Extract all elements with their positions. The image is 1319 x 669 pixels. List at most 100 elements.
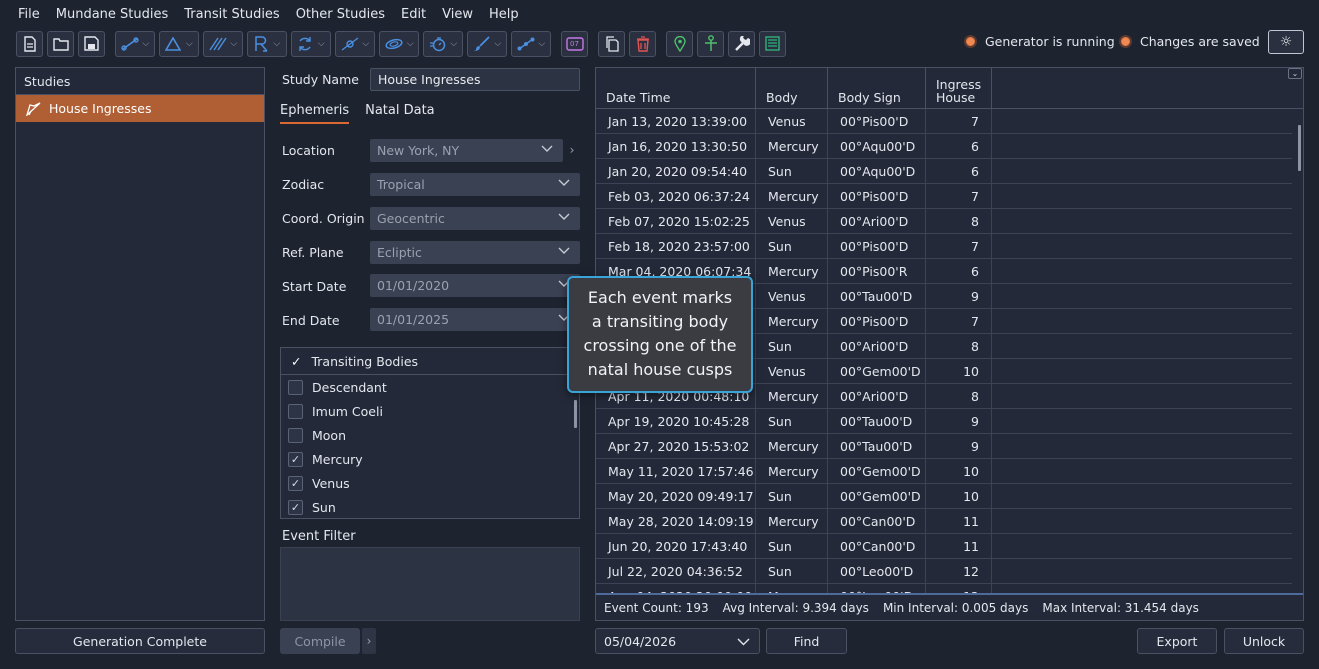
end-date-select[interactable]: 01/01/2025	[370, 308, 580, 331]
unlock-button[interactable]: Unlock	[1224, 628, 1304, 654]
parallel-lines-dropdown[interactable]: ⌵	[203, 30, 243, 57]
body-item-descendant[interactable]: Descendant	[281, 375, 579, 399]
body-item-mercury[interactable]: ✓ Mercury	[281, 447, 579, 471]
compile-button[interactable]: Compile	[280, 628, 360, 654]
checkbox[interactable]	[288, 403, 303, 419]
triangle-tool-dropdown[interactable]: ⌵	[159, 30, 199, 57]
table-row[interactable]: Jan 16, 2020 13:30:50 Mercury 00°Aqu00'D 6	[596, 134, 1292, 159]
checkbox[interactable]	[288, 427, 303, 443]
table-row[interactable]: Feb 03, 2020 06:37:24 Mercury 00°Pis00'D 7	[596, 184, 1292, 209]
rx-tool-dropdown[interactable]: ⌵	[247, 30, 287, 57]
checkbox-checked[interactable]: ✓	[288, 475, 303, 491]
line-tool-dropdown[interactable]: ⌵	[115, 30, 155, 57]
tab-natal-data[interactable]: Natal Data	[365, 103, 435, 124]
table-row[interactable]: May 20, 2020 09:49:17 Sun 00°Gem00'D 10	[596, 484, 1292, 509]
cell-date-time: Jul 22, 2020 04:36:52	[596, 559, 756, 584]
body-item-imum-coeli[interactable]: Imum Coeli	[281, 399, 579, 423]
event-filter-input[interactable]	[280, 547, 580, 621]
menu-file[interactable]: File	[10, 7, 48, 22]
line-tool-icon	[121, 36, 139, 51]
table-row[interactable]: Jan 13, 2020 13:39:00 Venus 00°Pis00'D 7	[596, 109, 1292, 134]
calendar-button[interactable]: 07	[561, 30, 588, 57]
cell-ingress-house: 6	[926, 159, 992, 184]
save-icon	[84, 36, 99, 51]
table-row[interactable]: Jan 20, 2020 09:54:40 Sun 00°Aqu00'D 6	[596, 159, 1292, 184]
checkbox-checked[interactable]: ✓	[288, 499, 303, 515]
checkbox-checked[interactable]: ✓	[288, 451, 303, 467]
study-item-house-ingresses[interactable]: House Ingresses	[16, 95, 264, 122]
path-tool-dropdown[interactable]: ⌵	[511, 30, 551, 57]
location-select[interactable]: New York, NY	[370, 139, 563, 162]
find-button[interactable]: Find	[766, 628, 847, 654]
theme-toggle-button[interactable]: ☼	[1268, 30, 1304, 54]
cell-body-sign: 00°Tau00'D	[828, 409, 926, 434]
table-row[interactable]: May 28, 2020 14:09:19 Mercury 00°Can00'D 11	[596, 509, 1292, 534]
coord-origin-select[interactable]: Geocentric	[370, 207, 580, 230]
checkbox[interactable]	[288, 379, 303, 395]
body-item-moon[interactable]: Moon	[281, 423, 579, 447]
tab-ephemeris[interactable]: Ephemeris	[280, 103, 350, 124]
table-row[interactable]: Apr 27, 2020 15:53:02 Mercury 00°Tau00'D 9	[596, 434, 1292, 459]
satellite-tool-dropdown[interactable]: ⌵	[335, 30, 375, 57]
open-folder-button[interactable]	[47, 30, 74, 57]
column-header-body-sign[interactable]: Body Sign	[828, 68, 926, 109]
body-item-sun[interactable]: ✓ Sun	[281, 495, 579, 518]
wrench-button[interactable]	[728, 30, 755, 57]
table-row[interactable]: Feb 07, 2020 15:02:25 Venus 00°Ari00'D 8	[596, 209, 1292, 234]
table-row[interactable]: Jul 22, 2020 04:36:52 Sun 00°Leo00'D 12	[596, 559, 1292, 584]
avg-interval: Avg Interval: 9.394 days	[722, 601, 869, 615]
transiting-bodies-list: ✓ Transiting Bodies Descendant Imum Coel…	[280, 347, 580, 519]
chevron-right-icon[interactable]: ›	[565, 139, 579, 161]
table-row[interactable]: Feb 18, 2020 23:57:00 Sun 00°Pis00'D 7	[596, 234, 1292, 259]
transiting-bodies-header[interactable]: ✓ Transiting Bodies	[281, 348, 579, 375]
save-button[interactable]	[78, 30, 105, 57]
new-file-button[interactable]	[16, 30, 43, 57]
menu-edit[interactable]: Edit	[393, 7, 434, 22]
column-header-ingress-house[interactable]: Ingress House	[926, 68, 992, 109]
menu-transit-studies[interactable]: Transit Studies	[176, 7, 287, 22]
table-scrollbar[interactable]	[1298, 125, 1301, 171]
chevron-down-icon: ⌵	[317, 38, 325, 49]
orbit-tool-dropdown[interactable]: ⌵	[379, 30, 419, 57]
table-row[interactable]: May 11, 2020 17:57:46 Mercury 00°Gem00'D 10	[596, 459, 1292, 484]
menu-help[interactable]: Help	[481, 7, 527, 22]
generator-status: Generator is running	[964, 34, 1115, 49]
menu-other-studies[interactable]: Other Studies	[288, 7, 393, 22]
zodiac-select[interactable]: Tropical	[370, 173, 580, 196]
table-row[interactable]: Jun 20, 2020 17:43:40 Sun 00°Can00'D 11	[596, 534, 1292, 559]
menu-mundane-studies[interactable]: Mundane Studies	[48, 7, 177, 22]
column-header-body[interactable]: Body	[756, 68, 828, 109]
body-item-venus[interactable]: ✓ Venus	[281, 471, 579, 495]
cycle-tool-dropdown[interactable]: ⌵	[291, 30, 331, 57]
location-pin-button[interactable]	[666, 30, 693, 57]
figure-button[interactable]	[697, 30, 724, 57]
cell-date-time: Jan 16, 2020 13:30:50	[596, 134, 756, 159]
export-button[interactable]: Export	[1137, 628, 1217, 654]
chevron-down-icon	[558, 247, 570, 254]
brush-icon	[473, 35, 490, 51]
study-name-input[interactable]: House Ingresses	[370, 68, 580, 91]
brush-tool-dropdown[interactable]: ⌵	[467, 30, 507, 57]
cell-body-sign: 00°Pis00'D	[828, 309, 926, 334]
generator-status-label: Generator is running	[985, 34, 1115, 49]
generation-complete-button[interactable]: Generation Complete	[15, 628, 265, 654]
chevron-down-icon: ⌵	[538, 38, 546, 49]
delete-button[interactable]	[629, 30, 656, 57]
cell-ingress-house: 11	[926, 534, 992, 559]
cell-body-sign: 00°Pis00'D	[828, 234, 926, 259]
stopwatch-tool-dropdown[interactable]: ⌵	[423, 30, 463, 57]
event-count: Event Count: 193	[604, 601, 709, 615]
chevron-right-icon[interactable]: ›	[362, 628, 376, 654]
chevron-down-icon[interactable]: ⌄	[1288, 68, 1302, 79]
table-row[interactable]: Apr 19, 2020 10:45:28 Sun 00°Tau00'D 9	[596, 409, 1292, 434]
column-header-date-time[interactable]: Date Time	[596, 68, 756, 109]
copy-button[interactable]	[598, 30, 625, 57]
spreadsheet-button[interactable]	[759, 30, 786, 57]
ref-plane-select[interactable]: Ecliptic	[370, 241, 580, 264]
bodies-scrollbar[interactable]	[574, 400, 577, 428]
start-date-select[interactable]: 01/01/2020	[370, 274, 580, 297]
date-select[interactable]: 05/04/2026	[595, 628, 760, 654]
body-item-label: Moon	[312, 427, 347, 443]
cell-body-sign: 00°Pis00'D	[828, 184, 926, 209]
menu-view[interactable]: View	[434, 7, 481, 22]
